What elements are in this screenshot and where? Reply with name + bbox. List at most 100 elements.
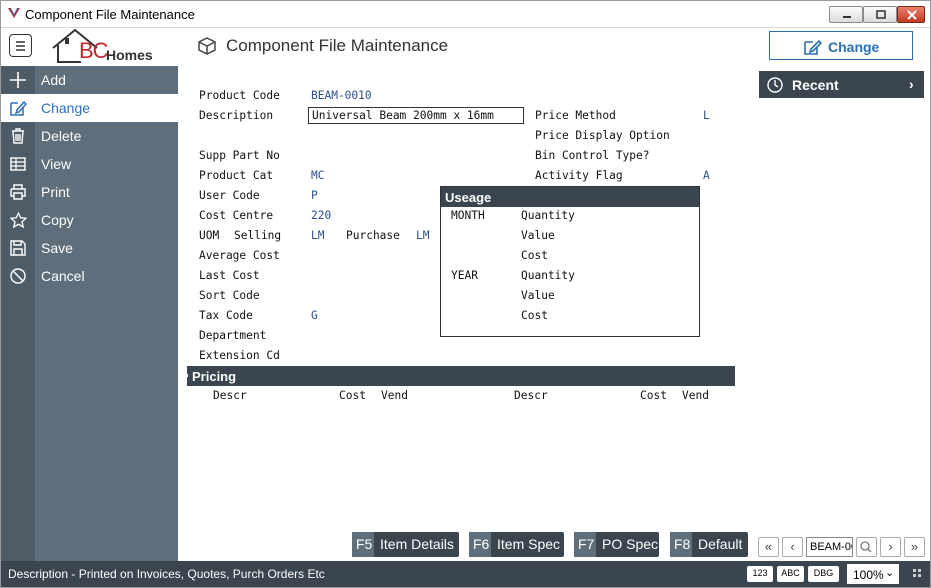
sidebar-item-label: Change bbox=[41, 100, 91, 116]
cancel-icon bbox=[10, 268, 26, 284]
selling-value[interactable]: LM bbox=[311, 229, 324, 242]
previous-record-button[interactable]: ‹ bbox=[782, 537, 803, 557]
month-quantity-label: Quantity bbox=[521, 209, 575, 222]
edit-icon bbox=[804, 39, 822, 55]
logo-text: Homes bbox=[106, 47, 153, 63]
menu-button[interactable] bbox=[9, 34, 32, 57]
price-display-label: Price Display Option bbox=[535, 129, 670, 142]
f6-item-spec-button[interactable]: F6 Item Spec bbox=[469, 532, 564, 557]
description-label: Description bbox=[199, 109, 274, 122]
chevron-right-icon: › bbox=[909, 76, 914, 92]
sort-code-label: Sort Code bbox=[199, 289, 260, 302]
double-chevron-left-icon: « bbox=[764, 539, 773, 554]
page-title: Component File Maintenance bbox=[226, 36, 449, 55]
fkey-text: PO Spec bbox=[602, 536, 659, 552]
record-input[interactable]: BEAM-0010 bbox=[806, 537, 853, 557]
sidebar-item-copy[interactable]: Copy bbox=[1, 206, 178, 234]
status-bar: Description - Printed on Invoices, Quote… bbox=[1, 561, 930, 587]
window-title: Component File Maintenance bbox=[25, 7, 195, 22]
useage-title: Useage bbox=[441, 187, 699, 207]
text-mode-badge[interactable]: ABC bbox=[777, 566, 804, 582]
sidebar-item-label: Print bbox=[41, 184, 70, 200]
month-cost-label: Cost bbox=[521, 249, 548, 262]
average-cost-label: Average Cost bbox=[199, 249, 280, 262]
close-button[interactable] bbox=[897, 6, 925, 23]
pricing-marker bbox=[185, 374, 188, 377]
sidebar-item-label: Add bbox=[41, 72, 66, 88]
pricing-col-descr: Descr bbox=[213, 389, 247, 402]
sidebar-item-cancel[interactable]: Cancel bbox=[1, 262, 178, 290]
plus-icon bbox=[10, 72, 26, 88]
sidebar-item-label: Cancel bbox=[41, 268, 85, 284]
change-button[interactable]: Change bbox=[769, 31, 913, 60]
pricing-title: Pricing bbox=[192, 369, 237, 384]
minimize-icon bbox=[843, 16, 851, 18]
company-logo: BC Homes bbox=[49, 28, 169, 64]
activity-flag-value[interactable]: A bbox=[703, 169, 710, 182]
user-code-value[interactable]: P bbox=[311, 189, 318, 202]
maximize-icon bbox=[876, 10, 886, 19]
description-field[interactable]: Universal Beam 200mm x 16mm bbox=[308, 107, 524, 124]
chevron-down-icon: ⌄ bbox=[885, 567, 895, 579]
month-value-label: Value bbox=[521, 229, 555, 242]
year-quantity-label: Quantity bbox=[521, 269, 575, 282]
product-cat-label: Product Cat bbox=[199, 169, 274, 182]
double-chevron-right-icon: » bbox=[910, 539, 919, 554]
last-record-button[interactable]: » bbox=[904, 537, 925, 557]
sidebar-item-print[interactable]: Print bbox=[1, 178, 178, 206]
resize-grip-icon[interactable] bbox=[912, 568, 922, 578]
sidebar-item-change[interactable]: Change bbox=[1, 94, 178, 122]
zoom-select[interactable]: 100% ⌄ bbox=[847, 564, 899, 584]
sidebar-item-save[interactable]: Save bbox=[1, 234, 178, 262]
debug-badge[interactable]: DBG bbox=[808, 566, 839, 582]
hamburger-icon bbox=[16, 41, 25, 51]
product-cat-value[interactable]: MC bbox=[311, 169, 324, 182]
minimize-button[interactable] bbox=[829, 6, 863, 23]
product-code-value[interactable]: BEAM-0010 bbox=[311, 89, 372, 102]
cost-centre-label: Cost Centre bbox=[199, 209, 274, 222]
purchase-value[interactable]: LM bbox=[416, 229, 429, 242]
sidebar-item-add[interactable]: Add bbox=[1, 66, 178, 94]
tax-code-value[interactable]: G bbox=[311, 309, 318, 322]
price-method-label: Price Method bbox=[535, 109, 616, 122]
zoom-value: 100% bbox=[853, 568, 884, 582]
fkey-text: Default bbox=[698, 536, 743, 552]
search-record-button[interactable] bbox=[856, 537, 877, 557]
cost-centre-value[interactable]: 220 bbox=[311, 209, 331, 222]
pricing-col-vend: Vend bbox=[381, 389, 408, 402]
numeric-mode-badge[interactable]: 123 bbox=[747, 566, 773, 582]
pricing-col-cost: Cost bbox=[339, 389, 366, 402]
department-label: Department bbox=[199, 329, 267, 342]
useage-panel: Useage MONTH Quantity Value Cost YEAR Qu… bbox=[440, 186, 700, 337]
logo-letters: BC bbox=[79, 38, 109, 63]
user-code-label: User Code bbox=[199, 189, 260, 202]
fkey-text: Item Details bbox=[380, 536, 454, 552]
product-code-label: Product Code bbox=[199, 89, 280, 102]
f5-item-details-button[interactable]: F5 Item Details bbox=[352, 532, 459, 557]
sidebar-icon-strip bbox=[1, 290, 35, 561]
selling-label: Selling bbox=[234, 229, 282, 242]
sidebar-item-label: Copy bbox=[41, 212, 74, 228]
pricing-col-cost-2: Cost bbox=[640, 389, 667, 402]
tax-code-label: Tax Code bbox=[199, 309, 253, 322]
extension-label: Extension Cd bbox=[199, 349, 280, 362]
pricing-col-vend-2: Vend bbox=[682, 389, 709, 402]
floppy-icon bbox=[10, 240, 26, 256]
maximize-button[interactable] bbox=[863, 6, 897, 23]
f7-po-spec-button[interactable]: F7 PO Spec bbox=[574, 532, 659, 557]
first-record-button[interactable]: « bbox=[758, 537, 779, 557]
change-button-label: Change bbox=[828, 39, 880, 55]
sidebar-item-label: Delete bbox=[41, 128, 82, 144]
fkey-label: F5 bbox=[352, 532, 374, 557]
sidebar-item-delete[interactable]: Delete bbox=[1, 122, 178, 150]
pricing-col-descr-2: Descr bbox=[514, 389, 548, 402]
fkey-label: F7 bbox=[574, 532, 596, 557]
status-text: Description - Printed on Invoices, Quote… bbox=[8, 567, 325, 581]
f8-default-button[interactable]: F8 Default bbox=[670, 532, 748, 557]
edit-icon bbox=[10, 100, 27, 116]
recent-button[interactable]: Recent › bbox=[759, 71, 924, 98]
sidebar-item-view[interactable]: View bbox=[1, 150, 178, 178]
next-record-button[interactable]: › bbox=[880, 537, 901, 557]
price-method-value[interactable]: L bbox=[703, 109, 710, 122]
chevron-right-icon: › bbox=[888, 539, 893, 554]
